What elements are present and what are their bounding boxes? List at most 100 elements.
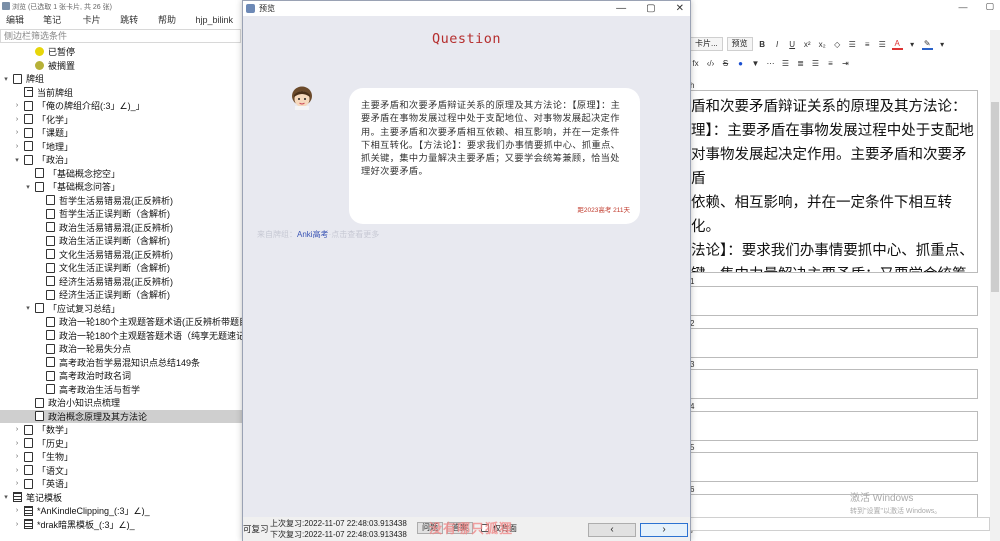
underline-icon[interactable]: U [787, 38, 798, 50]
note-field[interactable] [690, 327, 978, 358]
align-center-icon[interactable]: ≣ [795, 57, 806, 69]
tree-item[interactable]: 政治生活易错易混(正反辨析) [0, 221, 173, 235]
tree-item[interactable]: 政治一轮易失分点 [0, 342, 131, 356]
tree-item[interactable]: 哲学生活正误判断（含解析) [0, 207, 170, 221]
tree-toggle-icon[interactable]: › [13, 507, 21, 514]
cards-button[interactable]: 卡片... [690, 37, 723, 51]
sidebar-filter-input[interactable]: 侧边栏筛选条件 [0, 29, 241, 43]
strikethrough-icon[interactable]: S [720, 57, 731, 69]
tree-item[interactable]: 高考政治时政名词 [0, 369, 131, 383]
next-card-button[interactable]: › [640, 523, 688, 537]
superscript-icon[interactable]: x² [802, 38, 813, 50]
tree-item[interactable]: › 「俺の牌组介绍(:3」∠)_」 [0, 99, 145, 113]
font-color-icon[interactable]: A [891, 38, 903, 50]
hr-icon[interactable]: ⋯ [765, 57, 776, 69]
front-field[interactable]: 盾和次要矛盾辩证关系的原理及其方法论： 理】：主要矛盾在事物发展过程中处于支配地对… [690, 90, 978, 273]
tree-item[interactable]: ▾ 笔记模板 [0, 491, 62, 505]
tree-item[interactable]: ▾ 「应试复习总结」 [0, 302, 120, 316]
html-code-icon[interactable]: ‹/› [705, 57, 716, 69]
tree-toggle-icon[interactable]: ▾ [2, 493, 10, 501]
scroll-thumb[interactable] [991, 102, 999, 292]
tree-item[interactable]: › 「语文」 [0, 464, 73, 478]
previous-card-button[interactable]: ‹ [588, 523, 636, 537]
tree-item[interactable]: 经济生活正误判断（含解析) [0, 288, 170, 302]
note-field[interactable] [690, 286, 978, 316]
tree-item[interactable]: 政治一轮180个主观题答题术语(正反辨析带题目) [0, 315, 242, 329]
align-left-icon[interactable]: ☰ [780, 57, 791, 69]
tree-toggle-icon[interactable]: › [13, 440, 21, 447]
tree-toggle-icon[interactable]: › [13, 116, 21, 123]
eraser-icon[interactable]: ◇ [832, 38, 843, 50]
tree-toggle-icon[interactable]: ▾ [24, 304, 32, 312]
tree-toggle-icon[interactable]: › [13, 480, 21, 487]
italic-icon[interactable]: I [772, 38, 783, 50]
tree-item[interactable]: › 「历史」 [0, 437, 73, 451]
menu-help[interactable]: 帮助(H) [158, 13, 183, 39]
ordered-list-icon[interactable]: ≡ [862, 38, 873, 50]
align-right-icon[interactable]: ☰ [810, 57, 821, 69]
tree-item[interactable]: 政治生活正误判断（含解析) [0, 234, 170, 248]
minimize-icon[interactable]: — [958, 2, 967, 12]
tree-item[interactable]: › 「课题」 [0, 126, 73, 140]
menu-notes[interactable]: 笔记 (N) [43, 13, 71, 39]
tree-item[interactable]: ▾ 牌组 [0, 72, 44, 86]
formula-icon[interactable]: fx [690, 57, 701, 69]
note-field[interactable] [690, 410, 978, 441]
tree-toggle-icon[interactable]: › [13, 467, 21, 474]
tree-toggle-icon[interactable]: › [13, 143, 21, 150]
note-field[interactable] [690, 369, 978, 399]
tree-item[interactable]: 哲学生活易错易混(正反辨析) [0, 194, 173, 208]
tree-item[interactable]: › 「地理」 [0, 140, 73, 154]
tree-item[interactable]: › 「化学」 [0, 113, 73, 127]
tree-item[interactable]: › *AnKindleClipping_(:3」∠)_ [0, 504, 150, 518]
highlight-icon[interactable]: ✎ [921, 38, 933, 50]
tree-toggle-icon[interactable]: ▾ [2, 75, 10, 83]
tree-toggle-icon[interactable]: › [13, 102, 21, 109]
subscript-icon[interactable]: x₂ [817, 38, 828, 50]
maximize-icon[interactable]: ▢ [985, 1, 994, 12]
chevron-down-icon[interactable]: ▾ [937, 38, 948, 50]
menu-edit[interactable]: 编辑(E) [6, 13, 31, 39]
tree-item[interactable]: 高考政治生活与哲学 [0, 383, 140, 397]
tree-item[interactable]: 被搁置 [0, 59, 75, 73]
minimize-icon[interactable]: — [616, 1, 626, 16]
tree-toggle-icon[interactable]: ▾ [13, 156, 21, 164]
tree-item[interactable]: 政治小知识点梳理 [0, 396, 120, 410]
bold-icon[interactable]: B [757, 38, 768, 50]
note-field[interactable] [690, 452, 978, 482]
menu-hjp-bilink[interactable]: hjp_bilink [195, 13, 233, 27]
tree-item[interactable]: 政治一轮180个主观题答题术语（纯享无题速记版) [0, 329, 242, 343]
menu-go[interactable]: 跳转(G) [120, 13, 146, 39]
tree-item[interactable]: › 「生物」 [0, 450, 73, 464]
tree-item[interactable]: 已暂停 [0, 45, 75, 59]
tags-input[interactable] [690, 517, 990, 531]
tree-item[interactable]: 文化生活正误判断（含解析) [0, 261, 170, 275]
tree-item[interactable]: 文化生活易错易混(正反辨析) [0, 248, 173, 262]
tree-toggle-icon[interactable]: › [13, 129, 21, 136]
editor-scrollbar[interactable] [990, 30, 1000, 541]
tree-toggle-icon[interactable]: › [13, 521, 21, 528]
source-deck-link[interactable]: Anki高考 [297, 230, 329, 239]
tree-item[interactable]: › 「数学」 [0, 423, 73, 437]
triangle-down-icon[interactable]: ▼ [750, 57, 761, 69]
indent-icon[interactable]: ⇥ [840, 57, 851, 69]
maximize-icon[interactable]: ▢ [646, 1, 655, 16]
tree-item[interactable]: 当前牌组 [0, 86, 73, 100]
tree-item[interactable]: 「基础概念挖空」 [0, 167, 120, 181]
tree-item[interactable]: 政治概念原理及其方法论 [0, 409, 242, 423]
tree-item[interactable]: ▾ 「基础概念问答」 [0, 180, 120, 194]
tree-toggle-icon[interactable]: ▾ [24, 183, 32, 191]
tree-item[interactable]: › *drak暗黑模板_(:3」∠)_ [0, 518, 135, 532]
tree-toggle-icon[interactable]: › [13, 426, 21, 433]
align-icon[interactable]: ☰ [877, 38, 888, 50]
unordered-list-icon[interactable]: ☰ [847, 38, 858, 50]
chevron-down-icon[interactable]: ▾ [907, 38, 918, 50]
tree-item[interactable]: ▾ 「政治」 [0, 153, 73, 167]
close-icon[interactable]: ✕ [676, 1, 684, 16]
menu-cards[interactable]: 卡片(C) [83, 13, 108, 39]
tree-item[interactable]: › 「英语」 [0, 477, 73, 491]
preview-button[interactable]: 预览 [726, 37, 753, 51]
tree-toggle-icon[interactable]: › [13, 453, 21, 460]
tree-item[interactable]: 高考政治哲学易混知识点总结149条 [0, 356, 200, 370]
align-justify-icon[interactable]: ≡ [825, 57, 836, 69]
